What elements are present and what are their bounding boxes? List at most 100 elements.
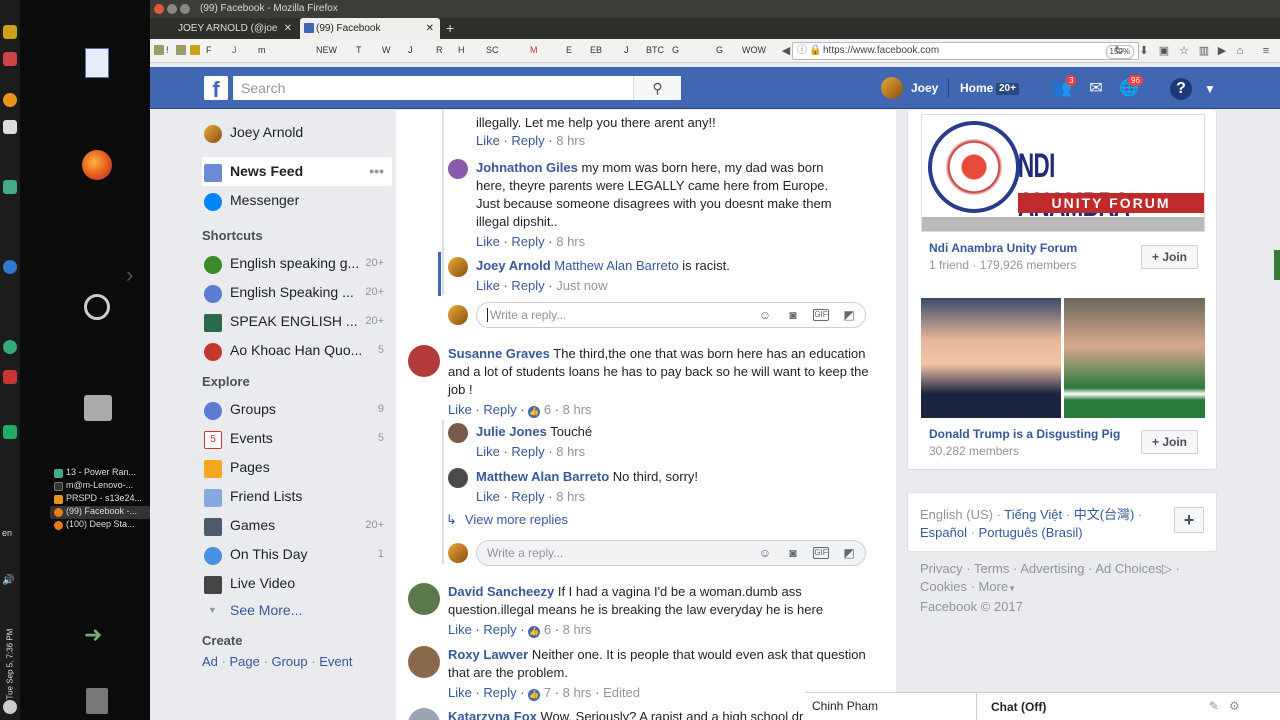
bookmark[interactable]: NEW [316,45,337,55]
messenger-nav-item[interactable]: Messenger [202,186,392,215]
shortcut-item[interactable]: English Speaking ... 20+ [202,278,392,307]
create-ad-link[interactable]: Ad [202,654,218,669]
like-link[interactable]: Like [448,685,472,700]
shortcut-item[interactable]: English speaking g... 20+ [202,249,392,278]
language-link[interactable]: Português (Brasil) [979,525,1083,540]
camera-icon[interactable]: ◙ [785,545,801,561]
bookmark[interactable]: F [206,45,212,55]
chevron-right-icon[interactable]: › [126,262,133,288]
scrollbar-thumb[interactable] [1274,250,1280,280]
bookmark[interactable]: G [672,45,679,55]
ubuntu-icon[interactable] [84,294,110,320]
system-indicator-icon[interactable] [3,52,17,66]
reply-link[interactable]: Reply [511,133,544,148]
compose-icon[interactable]: ✎ [1209,699,1219,713]
group-photo[interactable] [1064,298,1205,418]
youtube-icon[interactable]: ▶ [1216,45,1228,57]
create-page-link[interactable]: Page [230,654,260,669]
timestamp[interactable]: 8 hrs [556,133,585,148]
reaction-count[interactable]: 7 [544,685,551,700]
timestamp[interactable]: Just now [556,278,607,293]
avatar[interactable] [408,583,440,615]
reaction-count[interactable]: 6 [544,622,551,637]
like-link[interactable]: Like [476,133,500,148]
gif-icon[interactable]: GIF [813,547,829,559]
timestamp[interactable]: 8 hrs [563,622,592,637]
avatar[interactable] [408,345,440,377]
reply-link[interactable]: Reply [511,278,544,293]
privacy-link[interactable]: Privacy [920,561,963,576]
reply-link[interactable]: Reply [483,622,516,637]
avatar[interactable] [448,423,468,443]
account-menu-chevron-icon[interactable]: ▼ [1199,78,1221,100]
gear-icon[interactable]: ⚙ [1229,699,1240,713]
reply-input[interactable]: Write a reply... ☺ ◙ GIF ◩ [476,540,866,566]
maximize-window-button[interactable] [180,4,190,14]
avatar[interactable] [408,646,440,678]
commenter-name[interactable]: Julie Jones [476,424,547,439]
app-indicator-icon[interactable] [3,425,17,439]
app-indicator-icon[interactable] [3,260,17,274]
pages-nav-item[interactable]: Pages [202,453,392,482]
games-nav-item[interactable]: Games 20+ [202,511,392,540]
messenger-icon[interactable]: ✉ [1085,78,1107,100]
facebook-logo-icon[interactable]: f [204,76,228,102]
bookmark[interactable]: T [356,45,362,55]
create-event-link[interactable]: Event [319,654,352,669]
like-link[interactable]: Like [476,278,500,293]
home-link[interactable]: Home [960,81,993,95]
like-link[interactable]: Like [448,622,472,637]
like-reaction-icon[interactable]: 👍 [528,626,541,638]
reload-icon[interactable]: ↻ [1113,45,1125,57]
gif-icon[interactable]: GIF [813,309,829,321]
search-box[interactable]: ⚲ [233,76,681,100]
bookmark[interactable]: WOW [742,45,766,55]
avatar[interactable] [448,257,468,277]
bitcoin-indicator-icon[interactable] [3,93,17,107]
reply-link[interactable]: Reply [483,685,516,700]
clock[interactable]: Tue Sep 5, 7:36 PM [6,610,15,700]
create-group-link[interactable]: Group [271,654,307,669]
chat-tab[interactable]: Chinh Pham [812,699,878,713]
bookmark[interactable]: EB [590,45,602,55]
bookmark[interactable]: W [382,45,391,55]
avatar[interactable] [408,708,440,720]
events-nav-item[interactable]: 5 Events 5 [202,424,392,453]
volume-icon[interactable]: 🔊 [2,575,14,586]
reply-link[interactable]: Reply [511,234,544,249]
timestamp[interactable]: 8 hrs [563,402,592,417]
bookmark[interactable]: BTC [646,45,664,55]
reply-link[interactable]: Reply [511,489,544,504]
search-input[interactable] [233,76,623,100]
timestamp[interactable]: 8 hrs [556,489,585,504]
back-icon[interactable]: ◀ [780,45,792,57]
power-icon[interactable] [3,700,17,714]
see-more-link[interactable]: ▼ See More... [202,598,392,622]
commenter-name[interactable]: Johnathon Giles [476,160,578,175]
bookmark[interactable]: J [624,45,629,55]
network-icon[interactable]: ➜ [84,622,114,652]
live-video-nav-item[interactable]: Live Video [202,569,392,598]
bookmark[interactable]: J [408,45,413,55]
system-indicator-icon[interactable] [3,25,17,39]
like-link[interactable]: Like [476,489,500,504]
extension-icon[interactable]: ▣ [1158,45,1170,57]
avatar[interactable] [881,77,903,99]
trash-icon[interactable] [86,688,108,714]
sticker-icon[interactable]: ◩ [841,545,857,561]
timestamp[interactable]: 8 hrs [556,234,585,249]
notes-indicator-icon[interactable] [3,120,17,134]
group-photo[interactable] [921,298,1061,418]
minimize-window-button[interactable] [167,4,177,14]
bookmark-folder-icon[interactable] [190,45,200,55]
commenter-name[interactable]: Roxy Lawver [448,647,528,662]
like-reaction-icon[interactable]: 👍 [528,406,541,418]
new-tab-button[interactable]: + [446,20,454,36]
group-banner-image[interactable]: NDI ANAMBRA UNITY FORUM [921,114,1205,232]
like-reaction-icon[interactable]: 👍 [528,689,541,701]
shortcut-item[interactable]: Ao Khoac Han Quo... 5 [202,336,392,365]
add-language-button[interactable]: + [1174,507,1204,533]
like-link[interactable]: Like [476,444,500,459]
more-link[interactable]: More [979,579,1009,594]
url-bar[interactable]: ⓘ 🔒 https://www.facebook.com 150% [792,42,1139,60]
